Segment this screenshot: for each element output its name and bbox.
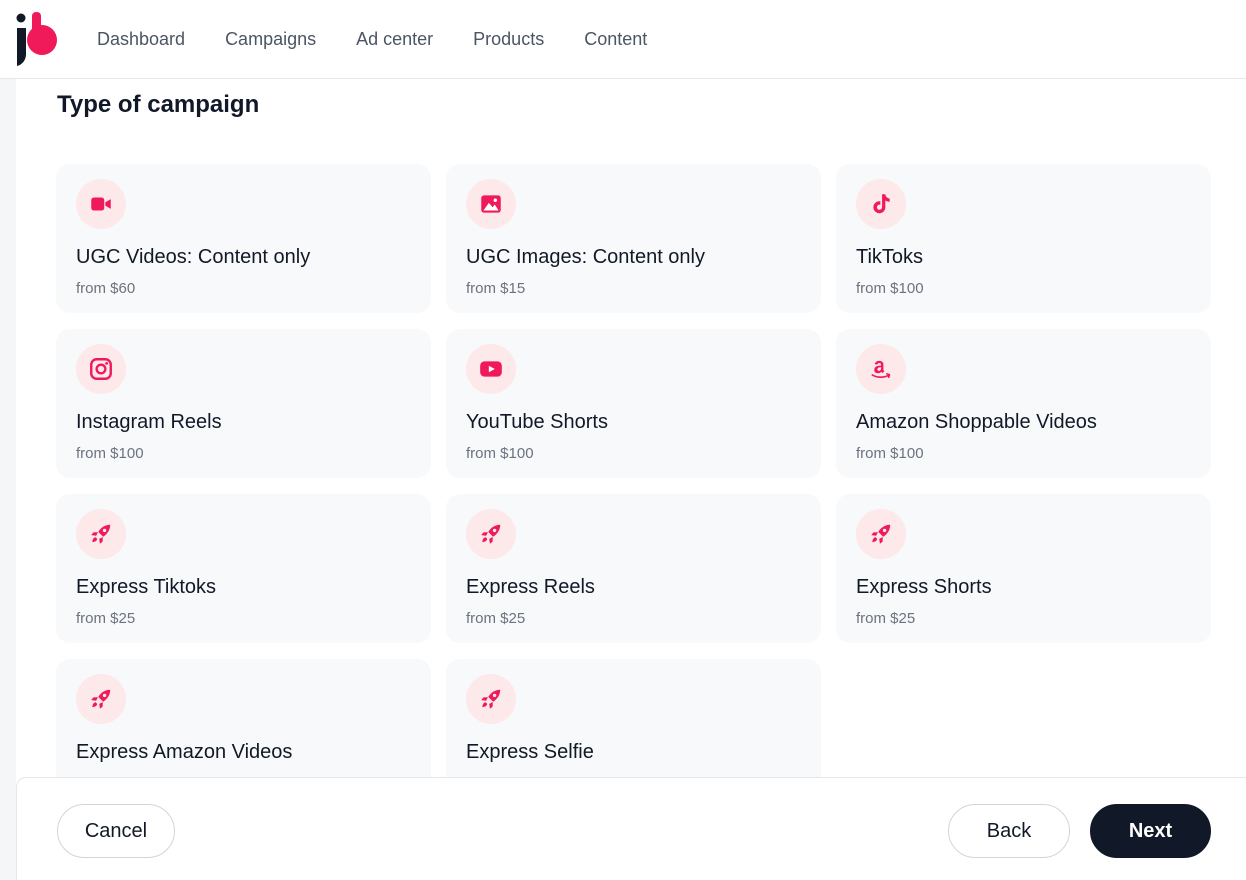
tiktok-icon bbox=[856, 179, 906, 229]
card-price: from $60 bbox=[76, 280, 136, 297]
card-title: Instagram Reels bbox=[76, 411, 222, 433]
card-title: Express Reels bbox=[466, 576, 595, 598]
main-nav: Dashboard Campaigns Ad center Products C… bbox=[97, 0, 687, 78]
page-title: Type of campaign bbox=[57, 91, 260, 118]
card-title: Express Tiktoks bbox=[76, 576, 217, 598]
rocket-icon bbox=[466, 674, 516, 724]
campaign-type-grid: UGC Videos: Content only from $60 UGC Im… bbox=[56, 164, 1211, 777]
rocket-icon bbox=[76, 674, 126, 724]
campaign-card-express-tiktoks[interactable]: Express Tiktoks from $25 bbox=[56, 494, 431, 643]
card-price: from $25 bbox=[856, 610, 916, 627]
campaign-card-ugc-images[interactable]: UGC Images: Content only from $15 bbox=[446, 164, 821, 313]
campaign-card-express-reels[interactable]: Express Reels from $25 bbox=[446, 494, 821, 643]
card-price: from $25 bbox=[76, 610, 136, 627]
nav-item-ad-center[interactable]: Ad center bbox=[356, 29, 433, 50]
card-price: from $25 bbox=[466, 610, 526, 627]
card-title: Amazon Shoppable Videos bbox=[856, 411, 1097, 433]
campaign-card-youtube-shorts[interactable]: YouTube Shorts from $100 bbox=[446, 329, 821, 478]
top-navigation: Dashboard Campaigns Ad center Products C… bbox=[0, 0, 1246, 79]
brand-logo-icon[interactable] bbox=[14, 12, 60, 66]
nav-item-products[interactable]: Products bbox=[473, 29, 544, 50]
campaign-card-express-amazon-videos[interactable]: Express Amazon Videos bbox=[56, 659, 431, 777]
card-title: Express Amazon Videos bbox=[76, 741, 293, 763]
next-button[interactable]: Next bbox=[1090, 804, 1211, 858]
rocket-icon bbox=[466, 509, 516, 559]
nav-item-content[interactable]: Content bbox=[584, 29, 647, 50]
rocket-icon bbox=[856, 509, 906, 559]
card-price: from $15 bbox=[466, 280, 526, 297]
card-title: TikToks bbox=[856, 246, 924, 268]
card-price: from $100 bbox=[856, 445, 924, 462]
cancel-button[interactable]: Cancel bbox=[57, 804, 175, 858]
youtube-icon bbox=[466, 344, 516, 394]
campaign-card-express-selfie[interactable]: Express Selfie bbox=[446, 659, 821, 777]
nav-item-campaigns[interactable]: Campaigns bbox=[225, 29, 316, 50]
card-price: from $100 bbox=[856, 280, 924, 297]
campaign-card-instagram-reels[interactable]: Instagram Reels from $100 bbox=[56, 329, 431, 478]
campaign-card-ugc-videos[interactable]: UGC Videos: Content only from $60 bbox=[56, 164, 431, 313]
campaign-card-express-shorts[interactable]: Express Shorts from $25 bbox=[836, 494, 1211, 643]
image-icon bbox=[466, 179, 516, 229]
card-title: YouTube Shorts bbox=[466, 411, 608, 433]
main-content: Type of campaign UGC Videos: Content onl… bbox=[16, 79, 1246, 777]
instagram-icon bbox=[76, 344, 126, 394]
card-title: Express Selfie bbox=[466, 741, 594, 763]
nav-item-dashboard[interactable]: Dashboard bbox=[97, 29, 185, 50]
campaign-card-tiktoks[interactable]: TikToks from $100 bbox=[836, 164, 1211, 313]
amazon-icon bbox=[856, 344, 906, 394]
back-button[interactable]: Back bbox=[948, 804, 1070, 858]
card-title: UGC Images: Content only bbox=[466, 246, 705, 268]
card-title: Express Shorts bbox=[856, 576, 992, 598]
left-gutter bbox=[0, 79, 16, 880]
campaign-card-amazon-shoppable-videos[interactable]: Amazon Shoppable Videos from $100 bbox=[836, 329, 1211, 478]
card-price: from $100 bbox=[466, 445, 534, 462]
card-title: UGC Videos: Content only bbox=[76, 246, 311, 268]
card-price: from $100 bbox=[76, 445, 144, 462]
video-camera-icon bbox=[76, 179, 126, 229]
footer-action-bar: Cancel Back Next bbox=[16, 777, 1246, 880]
rocket-icon bbox=[76, 509, 126, 559]
